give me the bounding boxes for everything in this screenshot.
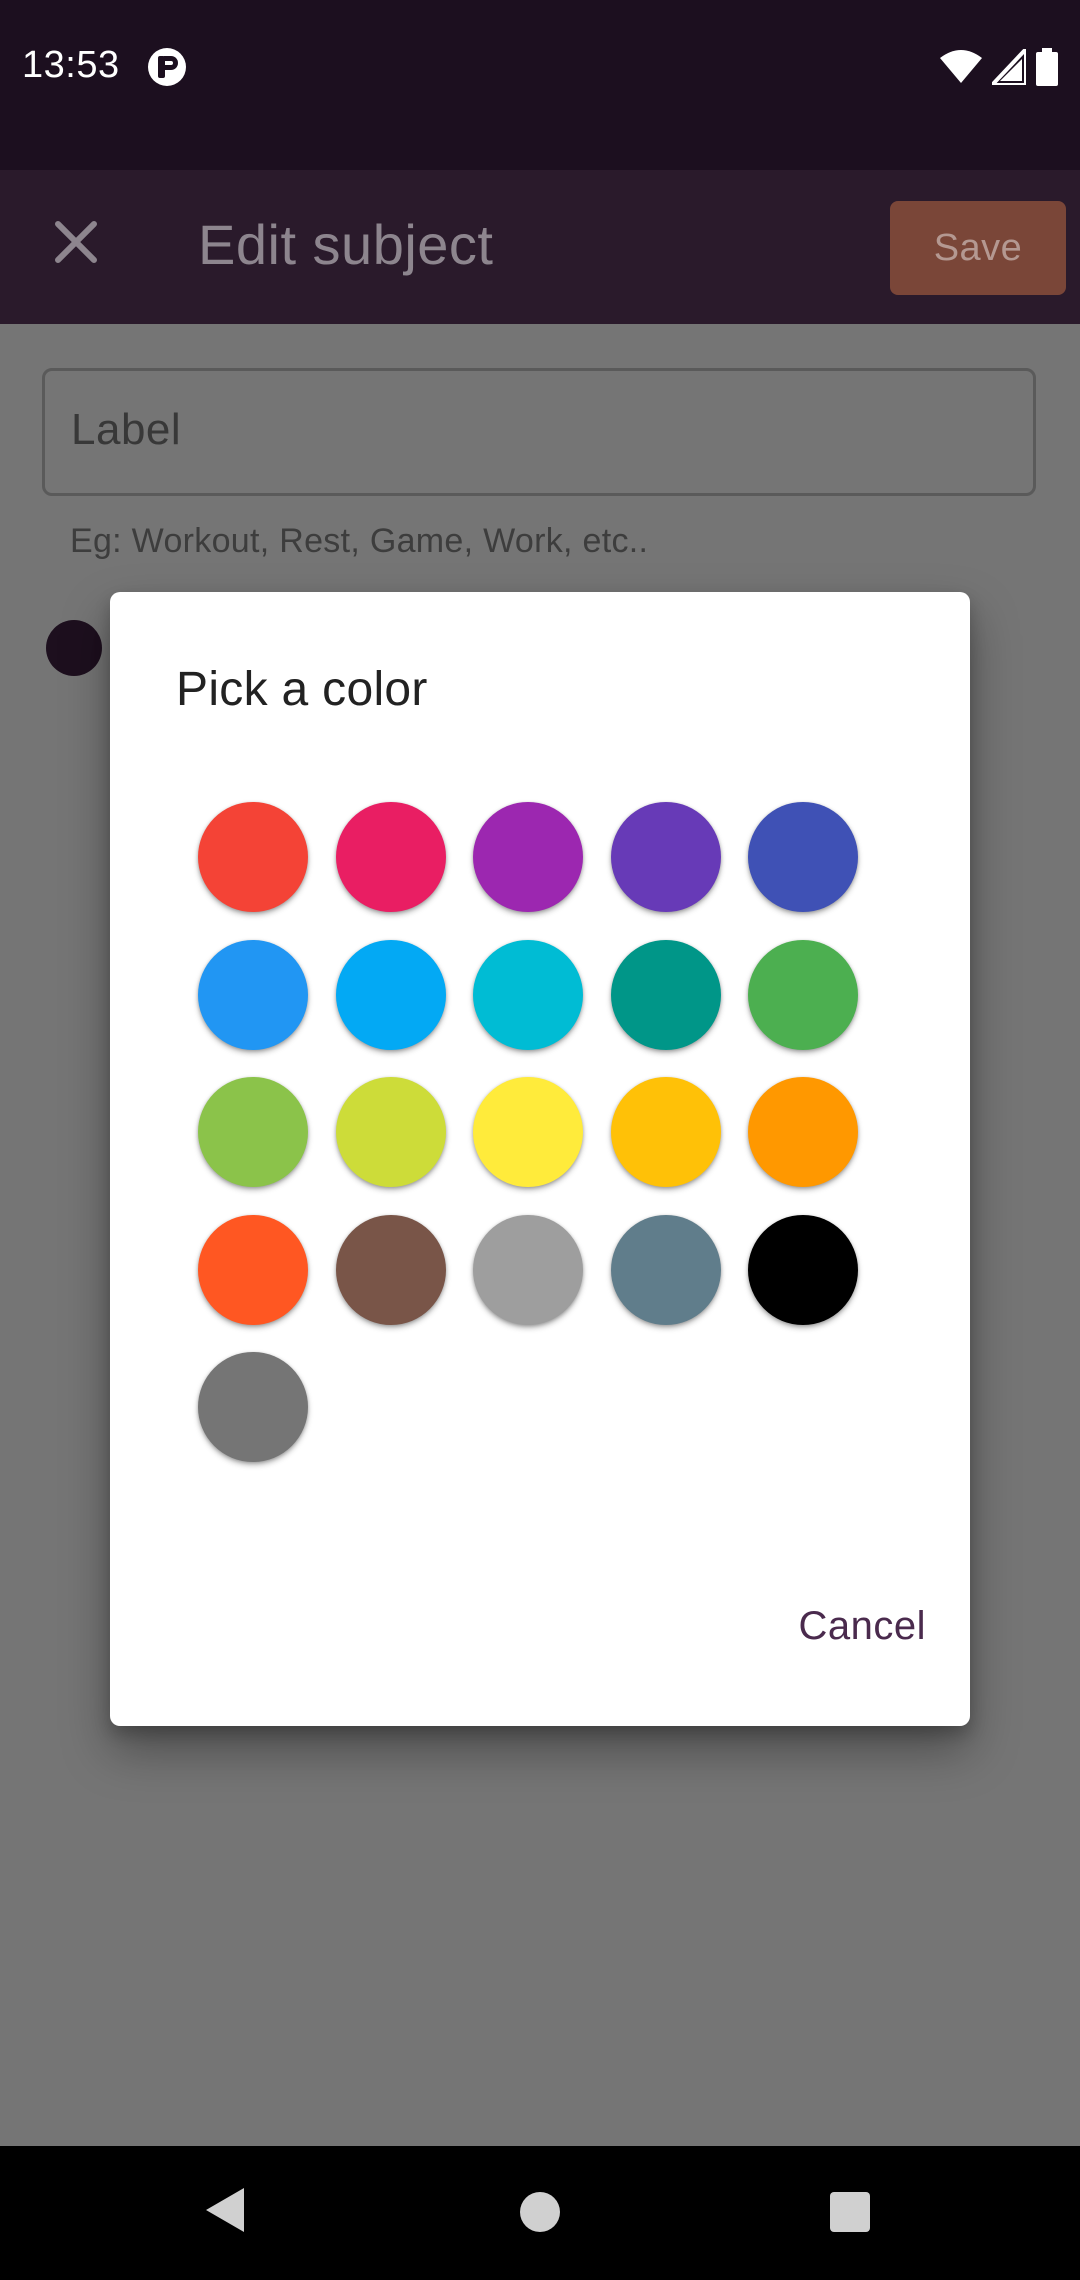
battery-icon (1036, 48, 1058, 86)
color-swatch[interactable] (473, 1214, 583, 1325)
selected-color-dot[interactable] (46, 620, 102, 676)
home-icon[interactable] (520, 2192, 560, 2232)
page-title: Edit subject (198, 213, 494, 276)
color-swatch[interactable] (198, 1077, 308, 1187)
color-swatch[interactable] (198, 1352, 308, 1462)
app-notification-icon (148, 48, 186, 86)
label-placeholder: Label (71, 405, 182, 454)
color-swatch[interactable] (748, 802, 858, 912)
color-swatch[interactable] (335, 1077, 446, 1187)
color-swatch[interactable] (610, 939, 721, 1050)
dialog-title: Pick a color (176, 663, 428, 716)
color-swatch[interactable] (748, 1077, 858, 1187)
color-picker-dialog: Pick a color Cancel (110, 592, 970, 1726)
label-helper-text: Eg: Workout, Rest, Game, Work, etc.. (70, 522, 649, 560)
color-swatch[interactable] (610, 802, 721, 912)
color-swatch[interactable] (748, 1214, 858, 1325)
save-button[interactable]: Save (890, 201, 1066, 295)
color-swatch[interactable] (473, 802, 583, 912)
color-swatch[interactable] (335, 939, 446, 1050)
color-swatch[interactable] (473, 1077, 583, 1187)
color-swatch[interactable] (198, 802, 308, 912)
color-swatch[interactable] (610, 1077, 721, 1187)
color-swatch[interactable] (335, 1214, 446, 1325)
color-swatch[interactable] (748, 939, 858, 1050)
color-swatch[interactable] (198, 939, 308, 1050)
status-bar: 13:53 (0, 0, 1080, 170)
status-time: 13:53 (22, 44, 120, 86)
cellular-signal-icon (992, 49, 1026, 85)
color-swatch[interactable] (473, 939, 583, 1050)
app-bar: Edit subject Save (0, 170, 1080, 324)
color-swatch-grid (198, 802, 898, 1462)
color-swatch[interactable] (335, 802, 446, 912)
wifi-icon (940, 50, 982, 83)
cancel-button[interactable]: Cancel (798, 1604, 926, 1649)
close-button[interactable] (40, 206, 112, 278)
status-icons (940, 46, 1058, 88)
recents-icon[interactable] (830, 2192, 870, 2232)
back-icon[interactable] (204, 2186, 246, 2234)
close-icon (55, 221, 97, 263)
navigation-bar (0, 2146, 1080, 2280)
color-swatch[interactable] (198, 1214, 308, 1325)
label-input[interactable]: Label (42, 368, 1036, 496)
color-swatch[interactable] (610, 1214, 721, 1325)
